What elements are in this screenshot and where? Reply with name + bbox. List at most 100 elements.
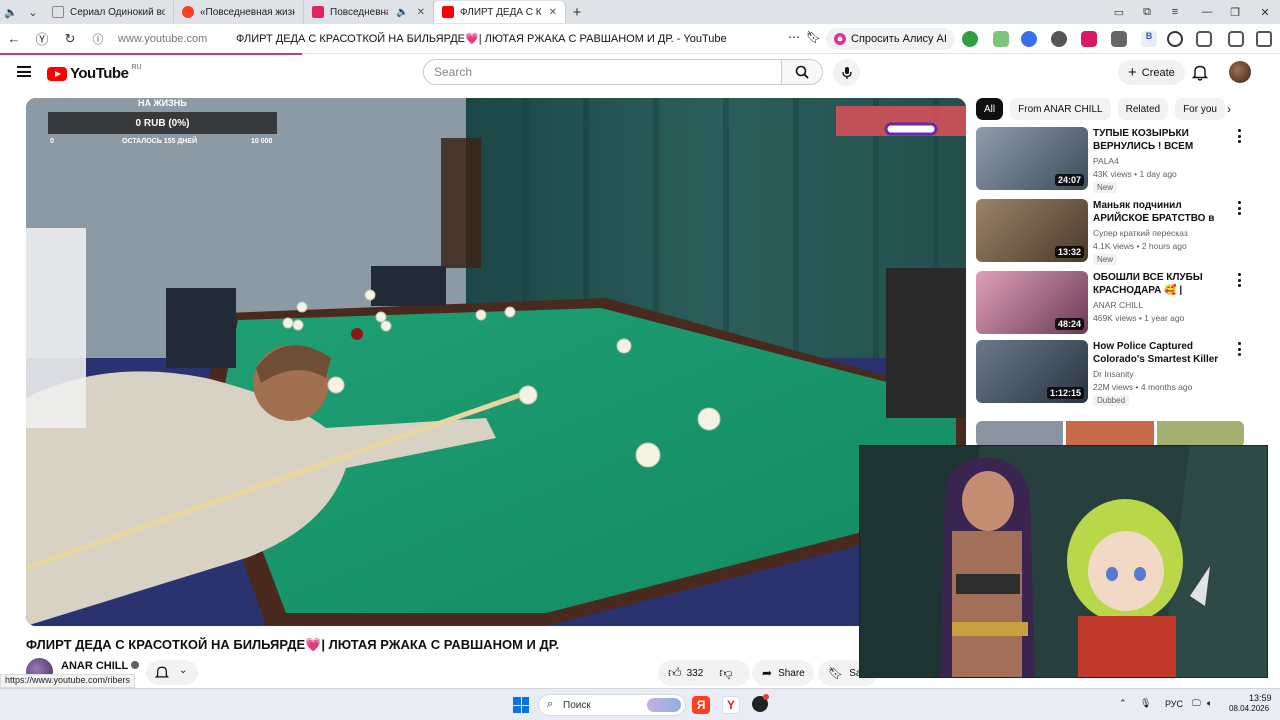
search-button[interactable] bbox=[781, 59, 823, 85]
create-button[interactable]: + Create bbox=[1118, 60, 1185, 85]
tray-mic-icon[interactable]: 🎙︎ bbox=[1140, 698, 1151, 709]
chip-from-channel[interactable]: From ANAR CHILL bbox=[1010, 98, 1111, 120]
extension-b-icon[interactable]: B bbox=[1141, 31, 1157, 47]
search-input[interactable]: Search bbox=[423, 59, 782, 85]
duration-badge: 24:07 bbox=[1054, 174, 1084, 186]
tab-mute-icon[interactable]: 🔈 bbox=[396, 7, 408, 18]
yandex-browser-icon[interactable]: Y bbox=[722, 696, 740, 714]
recommendation-item[interactable]: 13:32 Маньяк подчинил АРИЙСКОЕ БРАТСТВО … bbox=[976, 199, 1246, 265]
youtube-favicon-icon bbox=[442, 6, 454, 18]
recommendation-title[interactable]: How Police Captured Colorado's Smartest … bbox=[1093, 340, 1228, 366]
yandex-home-icon[interactable]: Ⓨ bbox=[28, 25, 56, 53]
tab-close-icon[interactable]: ✕ bbox=[417, 7, 425, 18]
url-page-title[interactable]: ФЛИРТ ДЕДА С КРАСОТКОЙ НА БИЛЬЯРДЕ💗| ЛЮТ… bbox=[236, 32, 727, 45]
minimize-icon[interactable]: — bbox=[1192, 0, 1222, 24]
video-thumbnail[interactable]: 1:12:15 bbox=[976, 340, 1088, 403]
browser-tab-active[interactable]: ФЛИРТ ДЕДА С КРАСС ✕ bbox=[434, 1, 566, 23]
downloads-icon[interactable] bbox=[1228, 31, 1244, 47]
close-window-icon[interactable]: ✕ bbox=[1250, 0, 1280, 24]
extension-audio-icon[interactable] bbox=[1021, 31, 1037, 47]
recommendation-title[interactable]: ТУПЫЕ КОЗЫРЬКИ ВЕРНУЛИСЬ ! ВСЕМ П**ДЕЦ ! bbox=[1093, 127, 1228, 153]
account-avatar[interactable] bbox=[1229, 61, 1251, 83]
extension-pin-icon[interactable] bbox=[1051, 31, 1067, 47]
reload-icon[interactable]: ↻ bbox=[56, 25, 84, 53]
short-thumbnail[interactable] bbox=[976, 421, 1064, 447]
restore-icon[interactable]: ❐ bbox=[1220, 0, 1250, 24]
dislike-button[interactable]: 👎︎ bbox=[719, 665, 732, 681]
chip-next-chevron-icon[interactable]: › bbox=[1220, 100, 1238, 118]
menu-icon[interactable]: ≡ bbox=[1160, 0, 1190, 24]
url-domain[interactable]: www.youtube.com bbox=[118, 33, 207, 45]
extension-green-icon[interactable] bbox=[962, 31, 978, 47]
tray-volume-icon[interactable]: 🔈︎ bbox=[1207, 698, 1212, 709]
tray-date[interactable]: 08.04.2026 bbox=[1229, 704, 1269, 713]
tray-chevron-icon[interactable]: ⌃ bbox=[1119, 698, 1127, 709]
back-icon[interactable]: ← bbox=[0, 25, 28, 53]
recommendation-item[interactable]: 48:24 ОБОШЛИ ВСЕ КЛУБЫ КРАСНОДАРА 🥰 | КО… bbox=[976, 271, 1246, 335]
yandex-app-icon[interactable]: Я bbox=[692, 696, 710, 714]
more-actions-icon[interactable] bbox=[1234, 273, 1244, 287]
short-thumbnail[interactable] bbox=[1066, 421, 1154, 447]
tab-manager-icon[interactable]: ▭ bbox=[1104, 0, 1134, 24]
picture-in-picture-window[interactable] bbox=[859, 445, 1268, 678]
tray-network-icon[interactable]: 🖵︎ bbox=[1192, 698, 1201, 709]
recommendation-title[interactable]: Маньяк подчинил АРИЙСКОЕ БРАТСТВО в тюрь… bbox=[1093, 199, 1228, 225]
extension-rocket-icon[interactable] bbox=[1111, 31, 1127, 47]
browser-tab-2[interactable]: Повседневная жизн 🔈 ✕ bbox=[304, 1, 434, 23]
more-actions-icon[interactable] bbox=[1234, 129, 1244, 143]
youtube-logo[interactable]: YouTube RU bbox=[47, 64, 142, 82]
extension-play-icon[interactable] bbox=[1167, 31, 1183, 47]
ask-alice-label: Спросить Алису AI bbox=[851, 33, 947, 45]
tray-language[interactable]: РУС bbox=[1165, 699, 1183, 709]
tab-close-icon[interactable]: ✕ bbox=[549, 7, 557, 18]
cast-icon[interactable] bbox=[1196, 31, 1212, 47]
recommendation-item[interactable]: 24:07 ТУПЫЕ КОЗЫРЬКИ ВЕРНУЛИСЬ ! ВСЕМ П*… bbox=[976, 127, 1246, 193]
search-placeholder: Search bbox=[434, 65, 473, 79]
tray-time[interactable]: 13:59 bbox=[1249, 693, 1272, 703]
chip-for-you[interactable]: For you bbox=[1175, 98, 1225, 120]
browser-tab-0[interactable]: Сериал Одинокий волк 1 bbox=[44, 1, 174, 23]
video-player[interactable] bbox=[26, 98, 966, 626]
extension-red-icon[interactable] bbox=[1081, 31, 1097, 47]
recommendation-item[interactable]: 1:12:15 How Police Captured Colorado's S… bbox=[976, 340, 1246, 406]
short-thumbnail[interactable] bbox=[1156, 421, 1244, 447]
tab-audio-icon[interactable]: 🔈 bbox=[0, 1, 22, 23]
windows-start-icon[interactable] bbox=[513, 697, 529, 713]
more-actions-icon[interactable] bbox=[1234, 342, 1244, 356]
youtube-header: YouTube RU Search + Create bbox=[0, 55, 1280, 90]
subscription-bell-button[interactable]: ⌄ bbox=[146, 660, 198, 685]
tab-title: Повседневная жизн bbox=[330, 6, 388, 18]
duration-badge: 48:24 bbox=[1054, 318, 1084, 330]
recommendation-channel[interactable]: PALA4 bbox=[1093, 156, 1119, 166]
video-thumbnail[interactable]: 24:07 bbox=[976, 127, 1088, 190]
tab-list-chevron-icon[interactable]: ⌄ bbox=[22, 1, 44, 23]
share-button[interactable]: ➦ Share bbox=[752, 660, 814, 686]
video-thumbnail[interactable]: 13:32 bbox=[976, 199, 1088, 262]
voice-search-button[interactable] bbox=[833, 59, 860, 86]
video-thumbnail[interactable]: 48:24 bbox=[976, 271, 1088, 334]
alice-icon bbox=[834, 33, 846, 45]
like-button[interactable]: 👍︎ 332 bbox=[668, 665, 703, 681]
chip-related[interactable]: Related bbox=[1117, 98, 1169, 120]
more-actions-icon[interactable] bbox=[1234, 201, 1244, 215]
notifications-button[interactable] bbox=[1191, 64, 1209, 86]
ask-alice-button[interactable]: Спросить Алису AI bbox=[826, 28, 955, 50]
chip-all[interactable]: All bbox=[976, 98, 1004, 120]
site-info-icon[interactable]: ⓘ bbox=[84, 25, 112, 53]
recommendation-channel[interactable]: ANAR CHILL bbox=[1093, 300, 1143, 310]
channel-name-link[interactable]: ANAR CHILL bbox=[61, 660, 140, 672]
recommendation-channel[interactable]: Супер краткий пересказ bbox=[1093, 228, 1188, 238]
new-tab-button[interactable]: + bbox=[566, 1, 588, 23]
more-options-icon[interactable]: ⋯ bbox=[788, 30, 800, 44]
extension-chat-icon[interactable] bbox=[993, 31, 1009, 47]
plus-icon: + bbox=[1128, 63, 1137, 81]
recommendation-channel[interactable]: Dr Insanity bbox=[1093, 369, 1134, 379]
recommendation-title[interactable]: ОБОШЛИ ВСЕ КЛУБЫ КРАСНОДАРА 🥰 | КОНФЛИК.… bbox=[1093, 271, 1228, 297]
taskbar-search-input[interactable]: ⌕ Поиск bbox=[538, 694, 686, 716]
browser-tab-1[interactable]: «Повседневная жизнь ор bbox=[174, 1, 304, 23]
microphone-icon bbox=[841, 66, 852, 79]
share-page-icon[interactable] bbox=[1256, 31, 1272, 47]
guide-menu-icon[interactable] bbox=[17, 66, 31, 77]
bookmark-icon[interactable]: 🔖︎ bbox=[806, 30, 821, 44]
collections-icon[interactable]: ⧉ bbox=[1132, 0, 1162, 24]
